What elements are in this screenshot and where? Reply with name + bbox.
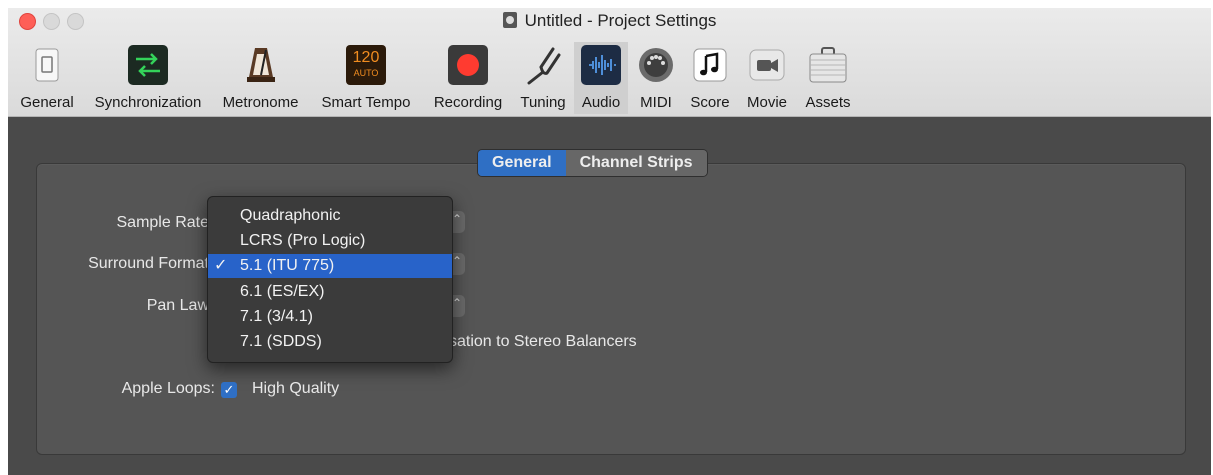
waveform-icon [581,45,621,85]
toolbar: Untitled - Project Settings General Sync… [8,8,1211,117]
music-note-icon [693,48,727,82]
briefcase-icon [809,47,847,83]
toolbar-item-smart-tempo[interactable]: 120 AUTO Smart Tempo [311,42,421,114]
toolbar-label: Smart Tempo [321,94,411,111]
toolbar-label: General [20,94,74,111]
switch-icon [35,48,59,82]
toolbar-label: Audio [581,94,621,111]
high-quality-checkbox[interactable]: ✓ [221,382,237,398]
toolbar-item-synchronization[interactable]: Synchronization [86,42,210,114]
toolbar-label: Movie [746,94,787,111]
toolbar-item-tuning[interactable]: Tuning [514,42,572,114]
surround-format-label: Surround Format [88,255,209,272]
camera-icon [749,49,785,81]
pan-law-label: Pan Law [146,297,209,314]
project-settings-window: Untitled - Project Settings General Sync… [8,8,1211,475]
chevron-up-down-icon: ⌃ [452,212,463,226]
checkmark-icon: ✓ [214,257,228,274]
tempo-value: 120 [352,49,380,66]
tab-bar: General Channel Strips [477,149,708,177]
toolbar-item-general[interactable]: General [12,42,82,114]
menu-item-lcrs[interactable]: LCRS (Pro Logic) [208,229,452,253]
menu-item-label: 5.1 (ITU 775) [240,257,335,274]
menu-item-6-1[interactable]: 6.1 (ES/EX) [208,280,452,304]
toolbar-item-score[interactable]: Score [684,42,736,114]
menu-item-label: 6.1 (ES/EX) [240,283,325,300]
chevron-up-down-icon: ⌃ [452,254,463,268]
compensation-label: sation to Stereo Balancers [449,333,637,350]
menu-item-7-1-sdds[interactable]: 7.1 (SDDS) [208,330,452,354]
menu-item-5-1[interactable]: ✓ 5.1 (ITU 775) [208,254,452,278]
toolbar-label: Recording [433,94,503,111]
toolbar-label: Synchronization [94,94,202,111]
chevron-up-down-icon: ⌃ [452,296,463,310]
toolbar-item-midi[interactable]: MIDI [632,42,680,114]
sync-arrows-icon [128,45,168,85]
record-icon [448,45,488,85]
checkmark-icon: ✓ [223,382,235,397]
toolbar-item-metronome[interactable]: Metronome [213,42,308,114]
tab-channel-strips[interactable]: Channel Strips [565,150,707,176]
toolbar-item-assets[interactable]: Assets [797,42,859,114]
menu-item-quadraphonic[interactable]: Quadraphonic [208,204,452,228]
menu-item-label: LCRS (Pro Logic) [240,232,366,249]
document-icon [502,12,517,28]
metronome-icon [246,48,275,82]
tempo-mode: AUTO [353,68,379,78]
window-title: Untitled - Project Settings [8,11,1211,31]
tab-general[interactable]: General [478,150,566,176]
menu-item-label: 7.1 (SDDS) [240,333,322,350]
tuning-fork-icon [527,47,561,85]
menu-item-7-1-3-4-1[interactable]: 7.1 (3/4.1) [208,305,452,329]
toolbar-label: MIDI [640,94,672,111]
menu-item-label: 7.1 (3/4.1) [240,308,313,325]
midi-port-icon [639,48,673,82]
apple-loops-label: Apple Loops: [121,380,215,397]
surround-format-menu: Quadraphonic LCRS (Pro Logic) ✓ 5.1 (ITU … [207,196,453,363]
tempo-display-icon: 120 AUTO [346,45,386,85]
toolbar-label: Score [690,94,730,111]
toolbar-item-movie[interactable]: Movie [739,42,795,114]
toolbar-item-audio[interactable]: Audio [574,42,628,114]
high-quality-label: High Quality [252,380,340,397]
toolbar-item-recording[interactable]: Recording [425,42,511,114]
window-title-text: Untitled - Project Settings [524,11,717,30]
toolbar-label: Assets [805,94,851,111]
toolbar-label: Tuning [520,94,566,111]
sample-rate-label: Sample Rate [116,214,210,231]
menu-item-label: Quadraphonic [240,207,341,224]
toolbar-label: Metronome [222,94,299,111]
